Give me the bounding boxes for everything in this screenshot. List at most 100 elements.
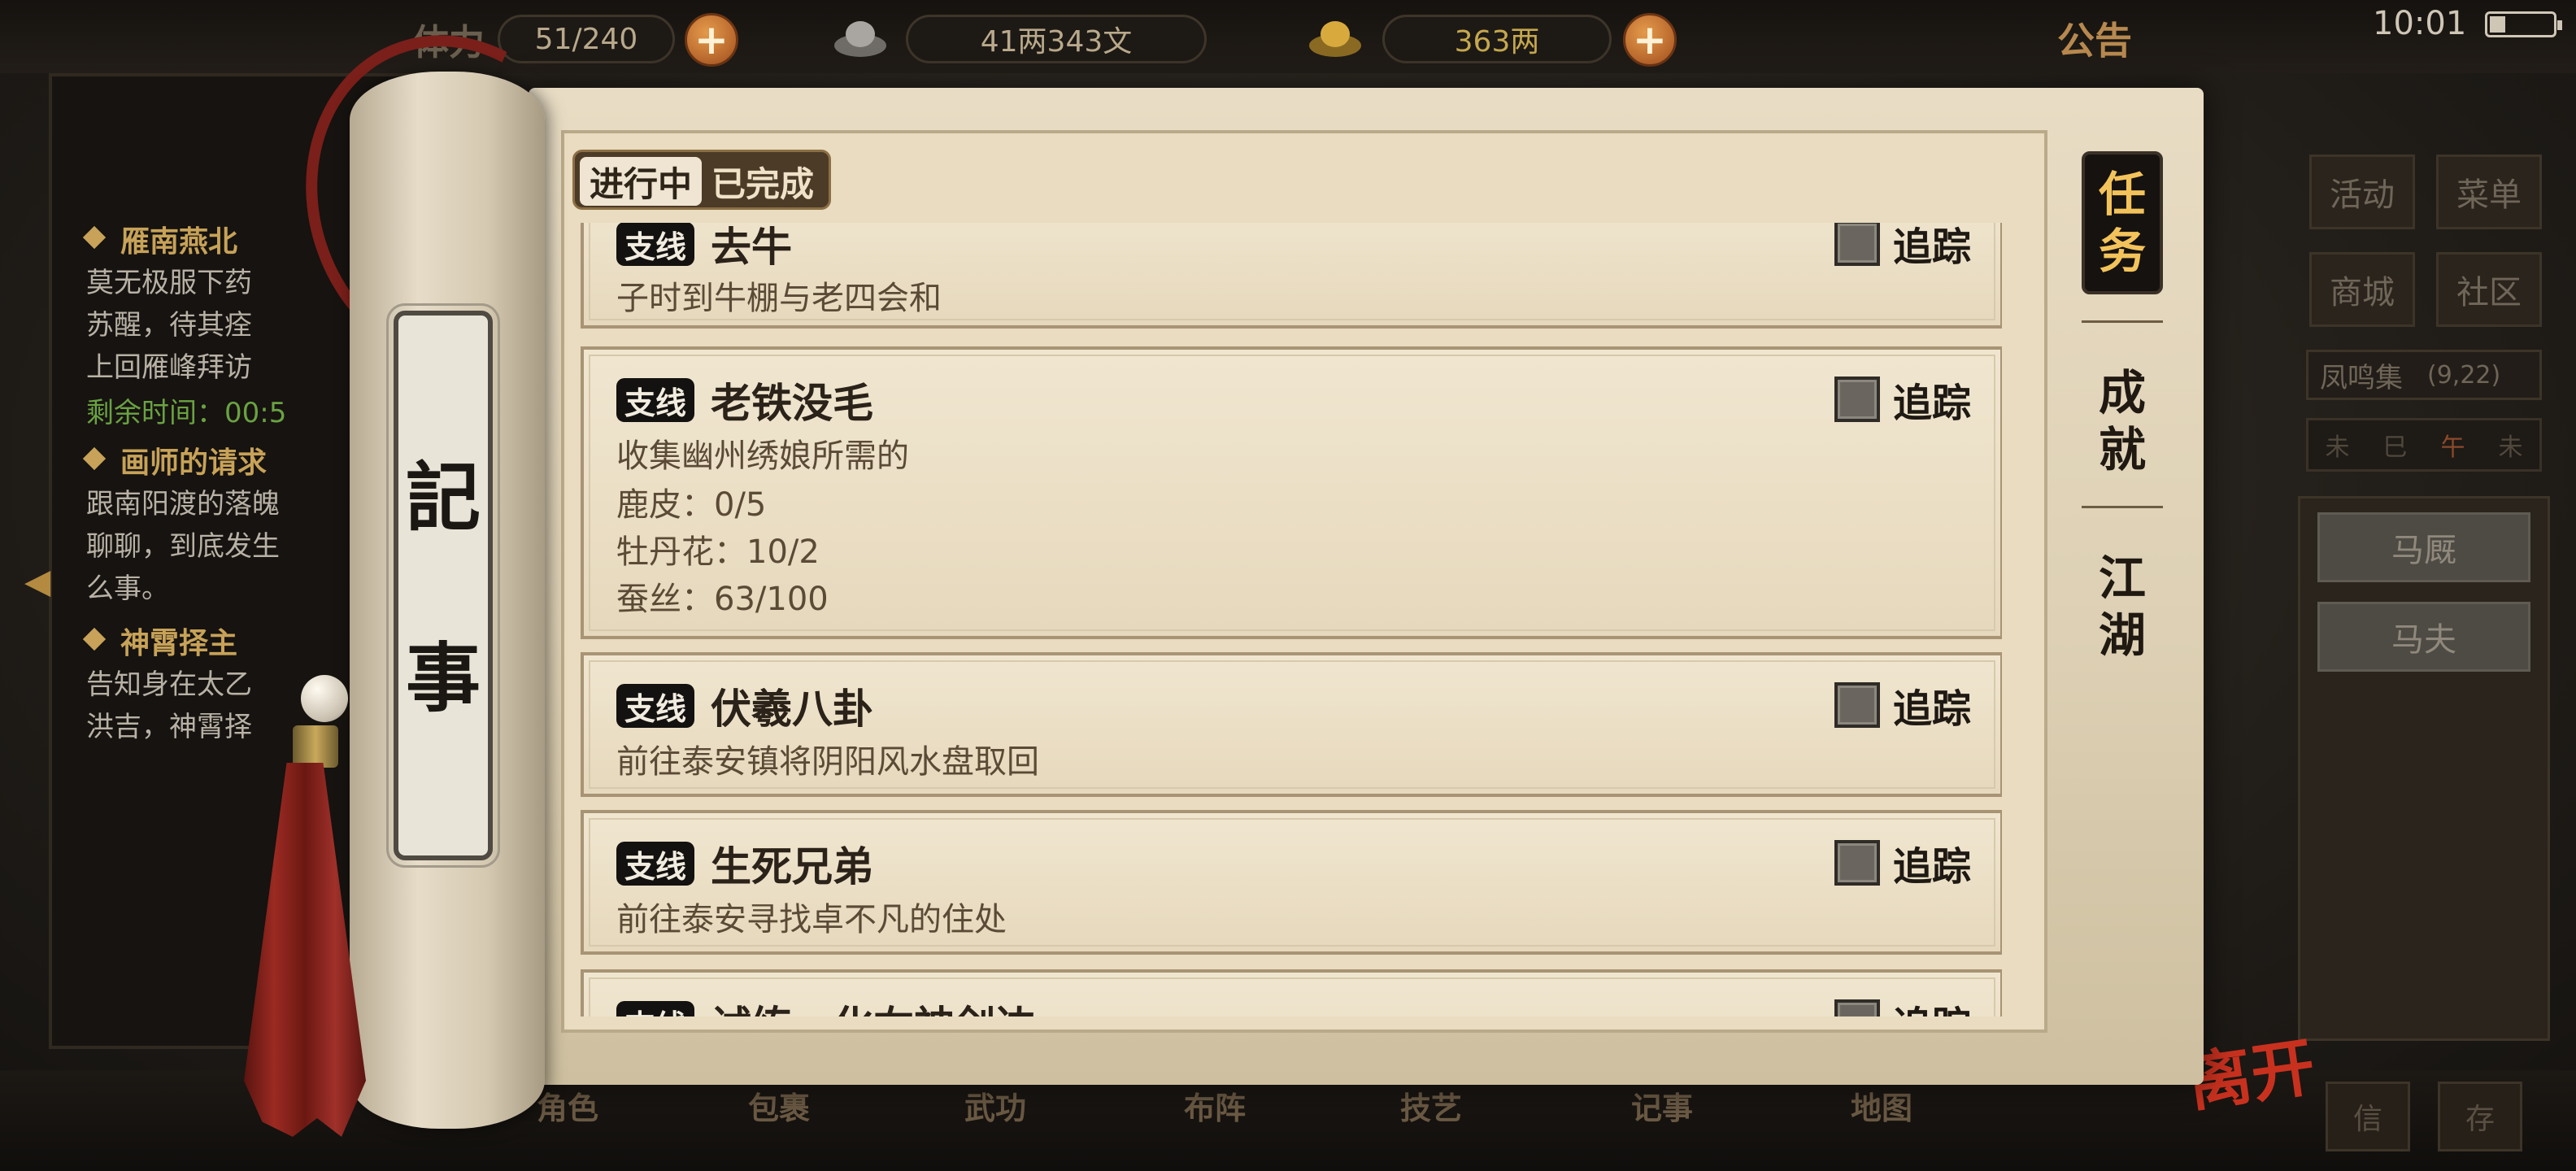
jade-bead-icon <box>301 675 348 722</box>
scroll-label-char: 事 <box>405 634 481 722</box>
activity-button[interactable]: 活动 <box>2309 155 2415 229</box>
track-checkbox[interactable] <box>1834 223 1880 266</box>
track-checkbox[interactable] <box>1834 999 1880 1016</box>
quest-card[interactable]: 支线 伏羲八卦 追踪 前往泰安镇将阴阳风水盘取回 <box>581 652 2002 797</box>
gold-ingot-icon <box>1309 21 1361 57</box>
time-compass: 未 巳 午 未 <box>2306 418 2542 472</box>
track-checkbox[interactable] <box>1834 377 1880 422</box>
side-quest-badge: 支线 <box>616 223 695 266</box>
mail-button[interactable]: 信 <box>2326 1082 2410 1151</box>
left-quest-title[interactable]: 雁南燕北 <box>120 218 237 260</box>
npc-button[interactable]: 马厩 <box>2317 512 2530 582</box>
quest-desc: 收集幽州绣娘所需的 <box>616 437 909 475</box>
add-gold-button[interactable]: + <box>1623 13 1677 67</box>
left-quest-line: 洪吉，神霄择 <box>86 711 252 743</box>
quest-card[interactable]: 支线 试练，化右神剑边 追踪 <box>581 969 2002 1016</box>
status-tabs: 进行中 已完成 <box>572 150 832 210</box>
nav-martial-arts[interactable]: 武功 <box>964 1083 1026 1128</box>
scroll-label-char: 記 <box>405 454 481 542</box>
compass-mark: 未 <box>2498 433 2523 462</box>
save-button[interactable]: 存 <box>2438 1082 2522 1151</box>
left-quest-line: 告知身在太乙 <box>86 668 252 701</box>
quest-desc: 前往泰安寻找卓不凡的住处 <box>616 901 1007 938</box>
side-tab-char: 任 <box>2098 167 2146 222</box>
npc-button[interactable]: 马夫 <box>2317 602 2530 672</box>
quest-requirement: 蚕丝：63/100 <box>616 581 829 618</box>
left-quest-line: 么事。 <box>86 572 169 605</box>
scroll-label-plate <box>386 303 500 868</box>
track-label: 追踪 <box>1892 224 1971 270</box>
left-quest-title[interactable]: 神霄择主 <box>120 620 237 662</box>
track-toggle[interactable]: 追踪 <box>1834 371 1971 428</box>
quest-card[interactable]: 支线 老铁没毛 追踪 收集幽州绣娘所需的 鹿皮：0/5 牡丹花：10/2 蚕丝：… <box>581 346 2002 639</box>
quest-title: 生死兄弟 <box>711 843 874 890</box>
side-quest-badge: 支线 <box>616 1001 695 1016</box>
clock: 10:01 <box>2373 5 2467 42</box>
quest-list[interactable]: 支线 去牛 追踪 子时到牛棚与老四会和 支线 老铁没毛 追踪 收集幽州绣娘所需的… <box>574 223 2002 1016</box>
quest-card-header: 支线 试练，化右神剑边 <box>616 994 1036 1016</box>
quest-title: 试练，化右神剑边 <box>711 994 1036 1016</box>
quest-requirement: 鹿皮：0/5 <box>616 486 767 524</box>
track-checkbox[interactable] <box>1834 682 1880 728</box>
compass-mark: 午 <box>2440 433 2465 462</box>
nav-map[interactable]: 地图 <box>1851 1083 1912 1128</box>
track-checkbox[interactable] <box>1834 840 1880 886</box>
nav-formation[interactable]: 布阵 <box>1184 1083 1246 1128</box>
track-toggle[interactable]: 追踪 <box>1834 994 1971 1016</box>
quest-card-header: 支线 去牛 <box>616 223 792 273</box>
quest-desc: 子时到牛棚与老四会和 <box>616 280 942 317</box>
nav-character[interactable]: 角色 <box>537 1083 598 1128</box>
left-quest-line: 上回雁峰拜访 <box>86 351 252 384</box>
side-tab-divider <box>2082 506 2163 508</box>
quest-title: 去牛 <box>711 224 793 271</box>
track-toggle[interactable]: 追踪 <box>1834 677 1971 734</box>
quest-title: 老铁没毛 <box>711 380 874 427</box>
track-toggle[interactable]: 追踪 <box>1834 834 1971 891</box>
side-tab-jianghu[interactable]: 江 湖 <box>2082 550 2163 664</box>
side-tab-divider <box>2082 320 2163 323</box>
left-quest-line: 跟南阳渡的落魄 <box>86 488 280 520</box>
money-value: 41两343文 <box>906 15 1207 63</box>
quest-card-header: 支线 老铁没毛 <box>616 371 873 429</box>
notice-button[interactable]: 公告 <box>2057 11 2132 65</box>
quest-card-header: 支线 生死兄弟 <box>616 834 873 893</box>
side-quest-badge: 支线 <box>616 842 695 886</box>
tab-completed[interactable]: 已完成 <box>702 157 824 206</box>
quest-title: 伏羲八卦 <box>711 686 874 733</box>
track-label: 追踪 <box>1892 844 1971 890</box>
side-tab-char: 湖 <box>2098 607 2146 663</box>
quest-requirement: 牡丹花：10/2 <box>616 533 820 571</box>
map-name: 凤鸣集 <box>2320 361 2403 394</box>
track-label: 追踪 <box>1893 994 1971 1016</box>
left-quest-line: 莫无极服下药 <box>86 267 252 299</box>
side-tab-char: 务 <box>2098 224 2146 279</box>
map-coords: (9,22) <box>2427 360 2501 390</box>
side-tab-char: 就 <box>2098 422 2146 477</box>
track-label: 追踪 <box>1892 381 1971 426</box>
quest-card-header: 支线 伏羲八卦 <box>616 677 873 735</box>
quest-card[interactable]: 支线 生死兄弟 追踪 前往泰安寻找卓不凡的住处 <box>581 810 2002 955</box>
shop-button[interactable]: 商城 <box>2309 252 2415 327</box>
nav-bag[interactable]: 包裹 <box>748 1083 810 1128</box>
community-button[interactable]: 社区 <box>2436 252 2542 327</box>
quest-desc: 前往泰安镇将阴阳风水盘取回 <box>616 743 1039 781</box>
track-toggle[interactable]: 追踪 <box>1834 223 1971 272</box>
left-quest-title[interactable]: 画师的请求 <box>120 439 267 481</box>
side-tab-char: 成 <box>2098 365 2146 420</box>
left-quest-line: 聊聊，到底发生 <box>86 530 280 563</box>
collapse-arrow-icon[interactable]: ◀ <box>24 561 67 603</box>
quest-card[interactable]: 支线 去牛 追踪 子时到牛棚与老四会和 <box>581 223 2002 329</box>
side-tab-tasks[interactable]: 任 务 <box>2082 151 2163 294</box>
battery-icon <box>2485 11 2562 37</box>
side-tab-achievements[interactable]: 成 就 <box>2082 364 2163 478</box>
nav-journal[interactable]: 记事 <box>1631 1083 1693 1128</box>
side-tab-char: 江 <box>2098 551 2146 606</box>
side-quest-badge: 支线 <box>616 684 695 728</box>
minimap-location[interactable]: 凤鸣集 (9,22) <box>2306 350 2542 400</box>
add-stamina-button[interactable]: + <box>685 13 738 67</box>
compass-mark: 未 <box>2325 433 2350 462</box>
nav-skills[interactable]: 技艺 <box>1400 1083 1462 1128</box>
menu-button[interactable]: 菜单 <box>2436 155 2542 229</box>
side-quest-badge: 支线 <box>616 378 695 422</box>
gold-value: 363两 <box>1382 15 1612 63</box>
